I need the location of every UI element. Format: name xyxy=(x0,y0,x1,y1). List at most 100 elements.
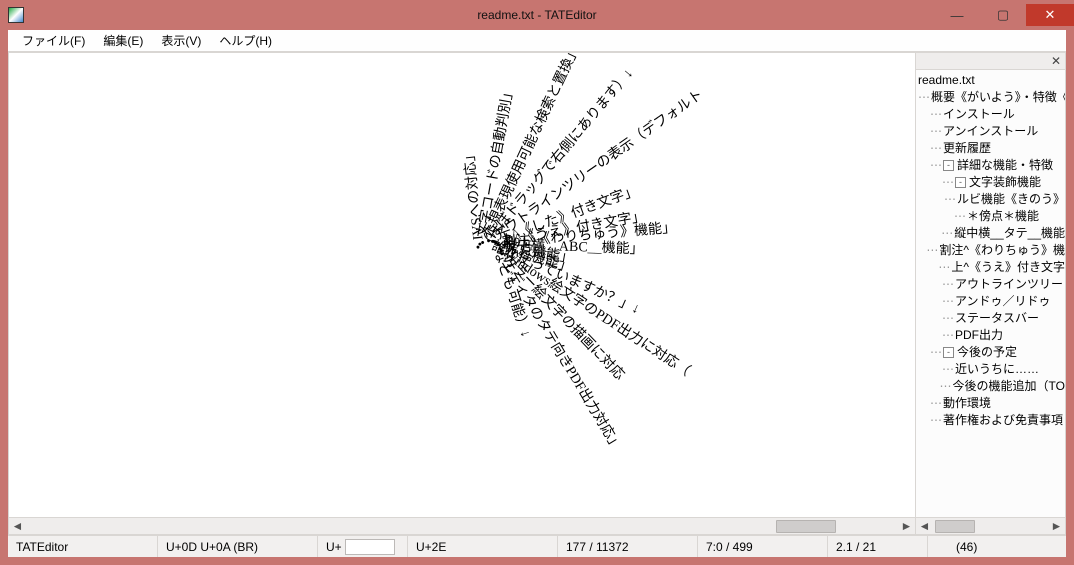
tree-item-label: 近いうちに…… xyxy=(955,361,1039,378)
tree-collapse-icon[interactable]: - xyxy=(943,347,954,358)
outline-tree[interactable]: readme.txt⋯概要《がいよう》・特徴《とく⋯インストール⋯アンインストー… xyxy=(916,70,1065,517)
tree-item[interactable]: ⋯概要《がいよう》・特徴《とく xyxy=(918,89,1065,106)
status-line: 7:0 / 499 xyxy=(698,536,828,557)
close-button[interactable]: ✕ xyxy=(1026,4,1074,26)
menu-help[interactable]: ヘルプ(H) xyxy=(211,30,280,51)
tree-item[interactable]: ⋯-文字装飾機能 xyxy=(918,174,1065,191)
window-title: readme.txt - TATEditor xyxy=(0,8,1074,22)
tree-guide-line: ⋯ xyxy=(930,140,941,157)
tree-item[interactable]: ⋯割注^《わりちゅう》機 xyxy=(918,242,1065,259)
editor-pane: ・IVSへの対応」・文字コードの自動判別」・正規表現使用可能な検索と置換」（ほぼ… xyxy=(8,52,916,535)
tree-item[interactable]: ⋯アンインストール xyxy=(918,123,1065,140)
tree-guide-line: ⋯ xyxy=(940,378,951,395)
tree-item-label: 今後の予定 xyxy=(957,344,1017,361)
editor-horizontal-scrollbar[interactable]: ◄ ► xyxy=(8,518,916,535)
tree-guide-line: ⋯ xyxy=(941,225,952,242)
minimize-button[interactable]: — xyxy=(934,4,980,26)
titlebar: readme.txt - TATEditor — ▢ ✕ xyxy=(0,0,1074,30)
tree-item[interactable]: ⋯アンドゥ／リドゥ xyxy=(918,293,1065,310)
tree-guide-line: ⋯ xyxy=(938,259,949,276)
scroll-right-button[interactable]: ► xyxy=(1048,519,1065,534)
outline-close-icon[interactable]: ✕ xyxy=(1051,54,1061,68)
tree-guide-line: ⋯ xyxy=(942,276,953,293)
menu-edit[interactable]: 編集(E) xyxy=(95,30,151,51)
outline-pane: ✕ readme.txt⋯概要《がいよう》・特徴《とく⋯インストール⋯アンインス… xyxy=(916,52,1066,535)
tree-guide-line: ⋯ xyxy=(930,106,941,123)
outline-header: ✕ xyxy=(916,53,1065,70)
tree-guide-line: ⋯ xyxy=(930,395,941,412)
tree-item[interactable]: ⋯縦中横__タテ__機能 xyxy=(918,225,1065,242)
tree-item-label: readme.txt xyxy=(918,72,975,89)
tree-item[interactable]: ⋯上^《うえ》付き文字 xyxy=(918,259,1065,276)
tree-item-label: 更新履歴 xyxy=(943,140,991,157)
scroll-thumb[interactable] xyxy=(935,520,975,533)
menubar: ファイル(F) 編集(E) 表示(V) ヘルプ(H) xyxy=(8,30,1066,52)
scroll-right-button[interactable]: ► xyxy=(898,519,915,534)
tree-guide-line: ⋯ xyxy=(930,412,941,429)
tree-item-label: ルビ機能《きのう》 xyxy=(957,191,1065,208)
status-scale: 2.1 / 21 xyxy=(828,536,928,557)
editor-canvas[interactable]: ・IVSへの対応」・文字コードの自動判別」・正規表現使用可能な検索と置換」（ほぼ… xyxy=(8,52,916,518)
tree-item[interactable]: ⋯PDF出力 xyxy=(918,327,1065,344)
tree-collapse-icon[interactable]: - xyxy=(955,177,966,188)
tree-item[interactable]: ⋯著作権および免責事項 xyxy=(918,412,1065,429)
scroll-track[interactable] xyxy=(26,519,898,534)
tree-item[interactable]: ⋯-今後の予定 xyxy=(918,344,1065,361)
tree-item-label: 動作環境 xyxy=(943,395,991,412)
tree-guide-line: ⋯ xyxy=(930,123,941,140)
tree-item-label: 上^《うえ》付き文字 xyxy=(951,259,1065,276)
scroll-left-button[interactable]: ◄ xyxy=(9,519,26,534)
status-app-name: TATEditor xyxy=(8,536,158,557)
tree-item-label: アウトラインツリー xyxy=(955,276,1063,293)
tree-item[interactable]: ⋯動作環境 xyxy=(918,395,1065,412)
maximize-button[interactable]: ▢ xyxy=(980,4,1026,26)
tree-item[interactable]: ⋯今後の機能追加（TO xyxy=(918,378,1065,395)
outline-horizontal-scrollbar[interactable]: ◄ ► xyxy=(916,517,1065,534)
tree-guide-line: ⋯ xyxy=(930,344,941,361)
tree-guide-line: ⋯ xyxy=(942,174,953,191)
tree-item[interactable]: ⋯ルビ機能《きのう》 xyxy=(918,191,1065,208)
tree-item-label: 縦中横__タテ__機能 xyxy=(954,225,1065,242)
tree-item[interactable]: ⋯＊傍点＊機能 xyxy=(918,208,1065,225)
status-code-input[interactable] xyxy=(345,539,395,555)
status-code-prefix: U+ xyxy=(326,540,342,554)
scroll-left-button[interactable]: ◄ xyxy=(916,519,933,534)
tree-item-label: ステータスバー xyxy=(955,310,1039,327)
status-right: (46) xyxy=(928,536,1066,557)
work-area: ・IVSへの対応」・文字コードの自動判別」・正規表現使用可能な検索と置換」（ほぼ… xyxy=(8,52,1066,557)
scroll-thumb[interactable] xyxy=(776,520,836,533)
tree-item[interactable]: ⋯近いうちに…… xyxy=(918,361,1065,378)
app-icon xyxy=(8,7,24,23)
tree-guide-line: ⋯ xyxy=(930,157,941,174)
tree-item-label: PDF出力 xyxy=(955,327,1003,344)
tree-guide-line: ⋯ xyxy=(942,310,953,327)
menu-file[interactable]: ファイル(F) xyxy=(14,30,93,51)
tree-guide-line: ⋯ xyxy=(942,327,953,344)
status-char-code: U+2E xyxy=(408,536,558,557)
tree-item-label: アンインストール xyxy=(943,123,1038,140)
tree-guide-line: ⋯ xyxy=(926,242,937,259)
status-code-input-cell: U+ xyxy=(318,536,408,557)
tree-item-label: 割注^《わりちゅう》機 xyxy=(939,242,1065,259)
menu-view[interactable]: 表示(V) xyxy=(153,30,209,51)
status-char-code-br: U+0D U+0A (BR) xyxy=(158,536,318,557)
scroll-track[interactable] xyxy=(933,519,1048,534)
tree-item-label: 文字装飾機能 xyxy=(969,174,1041,191)
tree-item[interactable]: ⋯ステータスバー xyxy=(918,310,1065,327)
tree-item[interactable]: ⋯インストール xyxy=(918,106,1065,123)
tree-guide-line: ⋯ xyxy=(918,89,929,106)
tree-item[interactable]: ⋯更新履歴 xyxy=(918,140,1065,157)
inner-window: ファイル(F) 編集(E) 表示(V) ヘルプ(H) ・IVSへの対応」・文字コ… xyxy=(8,30,1066,557)
tree-item[interactable]: readme.txt xyxy=(918,72,1065,89)
tree-collapse-icon[interactable]: - xyxy=(943,160,954,171)
tree-item-label: 概要《がいよう》・特徴《とく xyxy=(931,89,1065,106)
tree-item-label: 今後の機能追加（TO xyxy=(953,378,1065,395)
split: ・IVSへの対応」・文字コードの自動判別」・正規表現使用可能な検索と置換」（ほぼ… xyxy=(8,52,1066,535)
tree-guide-line: ⋯ xyxy=(954,208,965,225)
tree-item-label: 著作権および免責事項 xyxy=(943,412,1063,429)
window-controls: — ▢ ✕ xyxy=(934,4,1074,26)
tree-item[interactable]: ⋯アウトラインツリー xyxy=(918,276,1065,293)
tree-guide-line: ⋯ xyxy=(942,293,953,310)
tree-item[interactable]: ⋯-詳細な機能・特徴 xyxy=(918,157,1065,174)
tree-guide-line: ⋯ xyxy=(944,191,955,208)
